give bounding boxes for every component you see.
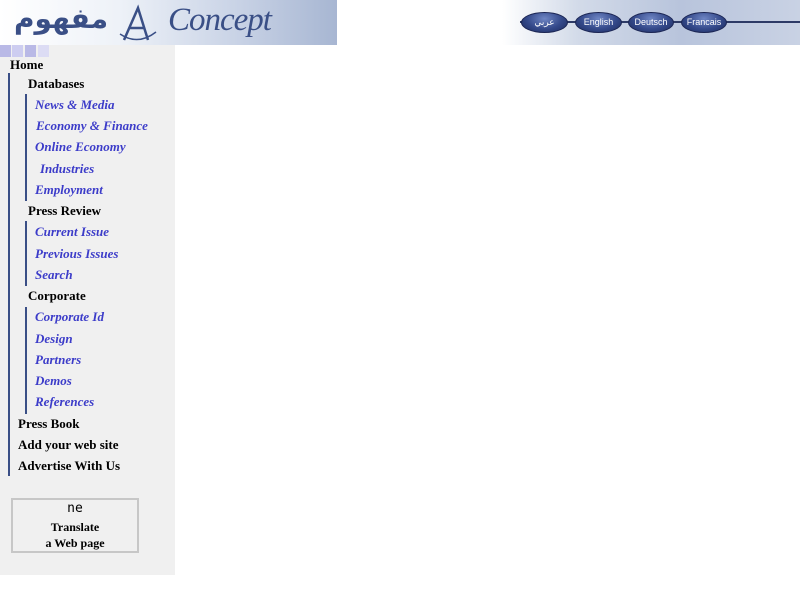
translate-label: Translate a Web page bbox=[45, 520, 105, 550]
translate-icon: ne bbox=[67, 501, 83, 516]
square-icon bbox=[12, 45, 23, 57]
nav-link-previous-issues[interactable]: Previous Issues bbox=[35, 246, 118, 262]
nav-link-industries[interactable]: Industries bbox=[40, 161, 94, 177]
nav-subtree-line bbox=[25, 221, 27, 286]
square-icon bbox=[25, 45, 36, 57]
nav-advertise-with-us[interactable]: Advertise With Us bbox=[18, 458, 120, 474]
nav-link-news-media[interactable]: News & Media bbox=[35, 97, 114, 113]
nav-link-demos[interactable]: Demos bbox=[35, 373, 72, 389]
square-icon bbox=[38, 45, 49, 57]
sidebar: Home Databases News & Media Economy & Fi… bbox=[0, 45, 175, 575]
logo-arabic-text: مفهوم bbox=[14, 2, 109, 35]
nav-tree-line bbox=[8, 73, 10, 476]
lang-button-deutsch[interactable]: Deutsch bbox=[628, 12, 674, 33]
main-content bbox=[175, 45, 800, 600]
logo-concept-text: Concept bbox=[168, 2, 272, 38]
nav-link-partners[interactable]: Partners bbox=[35, 352, 81, 368]
nav-link-online-economy[interactable]: Online Economy bbox=[35, 139, 126, 155]
lang-button-arabic[interactable]: عربي bbox=[521, 12, 568, 33]
nav-home[interactable]: Home bbox=[10, 57, 43, 73]
nav-add-your-web-site[interactable]: Add your web site bbox=[18, 437, 119, 453]
nav-section-corporate[interactable]: Corporate bbox=[28, 288, 86, 304]
logo-banner[interactable]: مفهوم Concept bbox=[0, 0, 337, 45]
logo-a-mark-icon bbox=[119, 4, 157, 41]
nav-link-current-issue[interactable]: Current Issue bbox=[35, 224, 109, 240]
nav-subtree-line bbox=[25, 94, 27, 201]
nav-section-press-review[interactable]: Press Review bbox=[28, 203, 101, 219]
header-banner: مفهوم Concept عربي English Deutsch Franc… bbox=[0, 0, 800, 45]
nav-link-references[interactable]: References bbox=[35, 394, 94, 410]
nav-link-corporate-id[interactable]: Corporate Id bbox=[35, 309, 104, 325]
nav-link-design[interactable]: Design bbox=[35, 331, 73, 347]
language-bar: عربي English Deutsch Francais bbox=[502, 0, 800, 45]
nav-link-search[interactable]: Search bbox=[35, 267, 73, 283]
nav-link-employment[interactable]: Employment bbox=[35, 182, 103, 198]
nav-subtree-line bbox=[25, 307, 27, 414]
square-icon bbox=[0, 45, 11, 57]
lang-button-english[interactable]: English bbox=[575, 12, 622, 33]
nav-link-economy-finance[interactable]: Economy & Finance bbox=[36, 118, 148, 134]
lang-button-francais[interactable]: Francais bbox=[681, 12, 727, 33]
nav-section-databases[interactable]: Databases bbox=[28, 76, 84, 92]
nav-press-book[interactable]: Press Book bbox=[18, 416, 80, 432]
translate-web-page-button[interactable]: ne Translate a Web page bbox=[11, 498, 139, 553]
